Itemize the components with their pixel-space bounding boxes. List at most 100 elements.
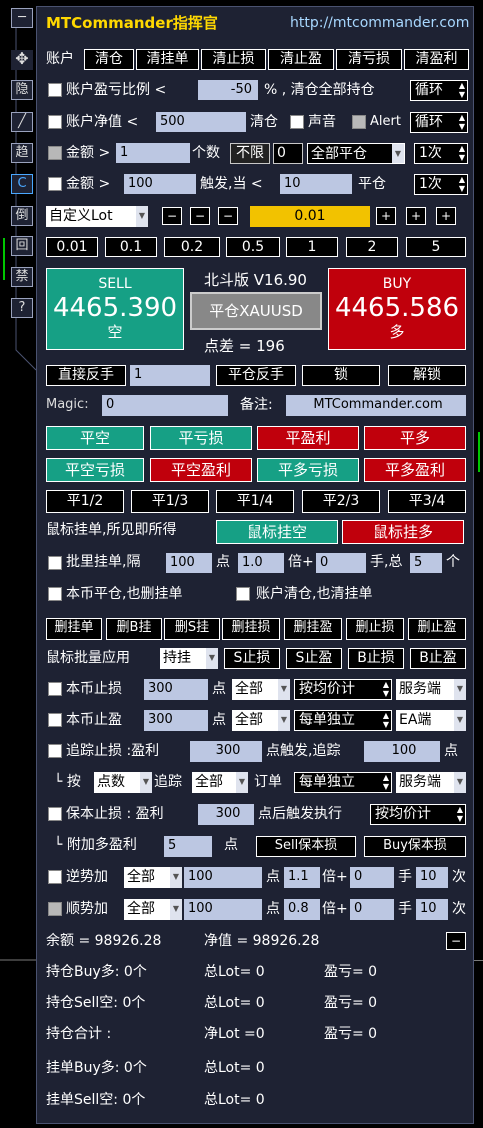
batch-mult-input[interactable]: 1.0	[238, 553, 284, 573]
unlimited-toggle[interactable]: 不限	[230, 143, 270, 164]
trail-unit-select[interactable]: 点数 ▼	[94, 772, 152, 793]
direct-reverse-button[interactable]: 直接反手	[46, 365, 126, 386]
clear-tp-button[interactable]: 清止盈	[268, 49, 334, 70]
lot-preset-0-1[interactable]: 0.1	[105, 237, 157, 257]
lot-preset-5[interactable]: 5	[406, 237, 466, 257]
delete-sl-button[interactable]: 删止损	[346, 618, 404, 640]
trend-times-input[interactable]: 10	[416, 899, 448, 920]
countdown-icon[interactable]: 倒	[11, 206, 33, 226]
delete-pending-button[interactable]: 删挂单	[46, 618, 102, 640]
close-third-button[interactable]: 平1/3	[131, 490, 209, 513]
lot-mode-select[interactable]: 自定义Lot ▼	[46, 206, 148, 227]
sell-button[interactable]: SELL 4465.390 空	[46, 268, 184, 350]
apply-mode-select[interactable]: 持挂 ▼	[160, 648, 218, 669]
delete-pending-on-close-checkbox[interactable]	[48, 587, 62, 601]
tp-input[interactable]: 300	[144, 710, 208, 731]
lot-preset-0-2[interactable]: 0.2	[164, 237, 220, 257]
close-all-button[interactable]: 清仓	[84, 49, 134, 70]
apply-sell-sl-button[interactable]: S止损	[224, 648, 280, 669]
clear-profit-button[interactable]: 清盈利	[404, 49, 469, 70]
close-symbol-button[interactable]: 平仓XAUUSD	[190, 292, 322, 330]
mouse-sell-button[interactable]: 鼠标挂空	[216, 520, 338, 544]
amount-trigger-checkbox[interactable]	[48, 177, 62, 191]
trail-side-select[interactable]: 服务端 ▼	[396, 772, 466, 793]
clear-pending-on-account-close-checkbox[interactable]	[236, 587, 250, 601]
trail-trigger-input[interactable]: 300	[190, 741, 262, 762]
lot-minus-large-button[interactable]: −	[162, 207, 182, 225]
equity-checkbox[interactable]	[48, 115, 62, 129]
trend-icon[interactable]: 趋	[11, 143, 33, 163]
trigger-value-input[interactable]: 10	[280, 174, 352, 194]
close-long-button[interactable]: 平多	[364, 426, 466, 450]
collapse-summary-button[interactable]: −	[446, 932, 466, 950]
sell-breakeven-button[interactable]: Sell保本损	[256, 836, 356, 857]
batch-checkbox[interactable]	[48, 556, 62, 570]
amount-trigger-input[interactable]: 100	[124, 174, 196, 194]
lot-preset-0-01[interactable]: 0.01	[46, 237, 98, 257]
close-reverse-button[interactable]: 平仓反手	[216, 365, 296, 386]
lot-preset-0-5[interactable]: 0.5	[226, 237, 280, 257]
lot-value-input[interactable]: 0.01	[250, 206, 370, 227]
help-icon[interactable]: ?	[11, 298, 33, 318]
trend-hand-input[interactable]: 0	[350, 899, 394, 920]
buy-breakeven-button[interactable]: Buy保本损	[364, 836, 466, 857]
batch-hand-input[interactable]: 0	[316, 553, 366, 573]
lot-plus-large-button[interactable]: +	[436, 207, 456, 225]
breakeven-input[interactable]: 300	[198, 804, 254, 825]
c-icon[interactable]: C	[11, 174, 33, 194]
delete-pending-sl-button[interactable]: 删挂损	[222, 618, 280, 640]
clear-sl-button[interactable]: 清止损	[201, 49, 266, 70]
close-short-profit-button[interactable]: 平空盈利	[150, 458, 252, 482]
ban-icon[interactable]: 禁	[11, 267, 33, 287]
sl-side-select[interactable]: 服务端 ▼	[396, 679, 466, 700]
lot-minus-medium-button[interactable]: −	[190, 207, 210, 225]
sl-scope-select[interactable]: 全部 ▼	[232, 679, 290, 700]
extra-profit-input[interactable]: 5	[164, 836, 212, 857]
times-select[interactable]: 1次 ▲ ▼	[414, 143, 468, 164]
tp-method-select[interactable]: 每单独立 ▲ ▼	[294, 710, 392, 731]
lock-button[interactable]: 锁	[302, 365, 380, 386]
tp-checkbox[interactable]	[48, 713, 62, 727]
trail-checkbox[interactable]	[48, 744, 62, 758]
close-quarter-button[interactable]: 平1/4	[216, 490, 294, 513]
tp-side-select[interactable]: EA端 ▼	[396, 710, 466, 731]
breakeven-method-select[interactable]: 按均价计 ▲ ▼	[370, 804, 466, 825]
close-two-thirds-button[interactable]: 平2/3	[302, 490, 380, 513]
trail-scope-select[interactable]: 全部 ▼	[192, 772, 248, 793]
lot-minus-small-button[interactable]: −	[218, 207, 238, 225]
close-half-button[interactable]: 平1/2	[46, 490, 124, 513]
pnl-ratio-checkbox[interactable]	[48, 83, 62, 97]
delete-buy-pending-button[interactable]: 删B挂	[106, 618, 162, 640]
magic-input[interactable]: 0	[102, 395, 228, 416]
pnl-ratio-input[interactable]: -50	[198, 80, 258, 100]
website-link[interactable]: http://mtcommander.com	[290, 13, 469, 33]
back-icon[interactable]: 回	[11, 236, 33, 256]
mouse-buy-button[interactable]: 鼠标挂多	[342, 520, 464, 544]
minimize-icon[interactable]: ─	[11, 8, 33, 28]
counter-scope-select[interactable]: 全部 ▼	[124, 867, 182, 888]
amount-input[interactable]: 1	[116, 143, 190, 163]
breakeven-checkbox[interactable]	[48, 807, 62, 821]
close-short-loss-button[interactable]: 平空亏损	[46, 458, 144, 482]
trend-mult-input[interactable]: 0.8	[284, 899, 320, 920]
delete-tp-button[interactable]: 删止盈	[408, 618, 466, 640]
close-profit-button[interactable]: 平盈利	[257, 426, 359, 450]
trail-distance-input[interactable]: 100	[364, 741, 440, 762]
alert-checkbox[interactable]	[352, 115, 366, 129]
trigger-times-select[interactable]: 1次 ▲ ▼	[414, 174, 468, 195]
lot-plus-small-button[interactable]: +	[376, 207, 396, 225]
apply-buy-sl-button[interactable]: B止损	[348, 648, 404, 669]
tp-scope-select[interactable]: 全部 ▼	[232, 710, 290, 731]
equity-mode-select[interactable]: 循环 ▲ ▼	[410, 112, 468, 133]
delete-sell-pending-button[interactable]: 删S挂	[164, 618, 220, 640]
note-input[interactable]: MTCommander.com	[286, 395, 466, 416]
apply-buy-tp-button[interactable]: B止盈	[410, 648, 466, 669]
close-loss-button[interactable]: 平亏损	[150, 426, 252, 450]
lot-preset-1[interactable]: 1	[286, 237, 338, 257]
trail-method-select[interactable]: 每单独立 ▲ ▼	[294, 772, 392, 793]
pnl-mode-select[interactable]: 循环 ▲ ▼	[410, 80, 468, 101]
counter-add-checkbox[interactable]	[48, 870, 62, 884]
reverse-lot-input[interactable]: 1	[130, 365, 210, 386]
amount-count-checkbox[interactable]	[48, 146, 62, 160]
sl-input[interactable]: 300	[144, 679, 208, 700]
